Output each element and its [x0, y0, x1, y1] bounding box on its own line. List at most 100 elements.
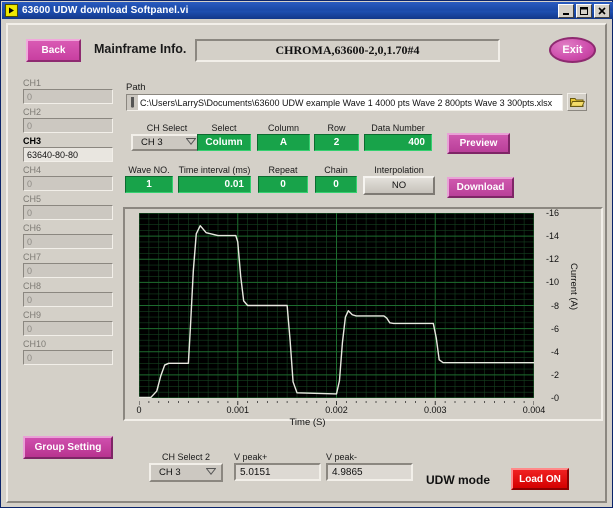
exit-button[interactable]: Exit	[549, 37, 596, 63]
row-value[interactable]: 2	[314, 134, 359, 151]
channel-label-7: CH7	[23, 252, 42, 262]
back-button[interactable]: Back	[26, 39, 81, 62]
channel-row-9: CH9 0	[23, 309, 113, 336]
folder-icon[interactable]	[567, 93, 587, 111]
repeat-label: Repeat	[268, 165, 298, 175]
column-value[interactable]: A	[257, 134, 310, 151]
interpolation-group: Interpolation NO	[363, 165, 435, 195]
ch-select-dropdown[interactable]: CH 3	[131, 134, 203, 151]
chain-value[interactable]: 0	[315, 176, 357, 193]
channel-label-5: CH5	[23, 194, 42, 204]
load-on-button[interactable]: Load ON	[511, 468, 569, 490]
channel-label-3: CH3	[23, 136, 42, 146]
channel-label-9: CH9	[23, 310, 42, 320]
channel-value-5[interactable]: 0	[23, 205, 113, 220]
udw-mode-label: UDW mode	[426, 473, 490, 487]
window-titlebar: 63600 UDW download Softpanel.vi	[2, 2, 613, 19]
x-axis-ticks: 0 0.001 0.002 0.003 0.004	[123, 401, 553, 415]
y-tick-label: -14	[545, 231, 559, 242]
time-interval-group: Time interval (ms) 0.01	[178, 165, 251, 193]
repeat-group: Repeat 0	[258, 165, 308, 193]
channel-value-8[interactable]: 0	[23, 292, 113, 307]
channel-label-4: CH4	[23, 165, 42, 175]
chevron-down-icon	[185, 137, 197, 148]
ch-select-label: CH Select	[146, 123, 188, 133]
ch-select-value: CH 3	[141, 137, 163, 148]
preview-button[interactable]: Preview	[447, 133, 510, 154]
path-input[interactable]: C:\Users\LarryS\Documents\63600 UDW exam…	[126, 94, 563, 111]
maximize-button[interactable]	[576, 4, 592, 18]
chevron-down-icon	[205, 467, 217, 478]
x-tick-label: 0.002	[325, 405, 348, 415]
y-tick-label: -12	[545, 254, 559, 265]
close-button[interactable]	[594, 4, 610, 18]
channel-row-7: CH7 0	[23, 251, 113, 278]
wave-no-label: Wave NO.	[128, 165, 170, 175]
minimize-button[interactable]	[558, 4, 574, 18]
channel-list: CH1 0 CH2 0 CH3 63640-80-80 CH4 0 CH5 0 …	[23, 77, 113, 367]
select-label: Select	[211, 123, 237, 133]
channel-value-9[interactable]: 0	[23, 321, 113, 336]
ch-select2-group: CH Select 2 CH 3	[149, 452, 223, 482]
channel-row-3: CH3 63640-80-80	[23, 135, 113, 162]
y-tick-label: -2	[550, 369, 559, 380]
channel-row-5: CH5 0	[23, 193, 113, 220]
interpolation-label: Interpolation	[374, 165, 424, 175]
channel-label-6: CH6	[23, 223, 42, 233]
data-number-group: Data Number 400	[364, 123, 432, 151]
y-tick-label: -10	[545, 277, 559, 288]
download-button[interactable]: Download	[447, 177, 514, 198]
application-window: 63600 UDW download Softpanel.vi Back Mai…	[0, 0, 613, 508]
data-number-value[interactable]: 400	[364, 134, 432, 151]
channel-value-10[interactable]: 0	[23, 350, 113, 365]
mainframe-info-value: CHROMA,63600-2,0,1.70#4	[195, 39, 500, 62]
path-label: Path	[126, 82, 146, 93]
x-axis-label: Time (S)	[289, 417, 326, 428]
channel-value-7[interactable]: 0	[23, 263, 113, 278]
y-tick-label: -4	[550, 346, 559, 357]
y-axis-label: Current (A)	[568, 263, 579, 310]
column-group: Column A	[257, 123, 310, 151]
x-tick-label: 0.003	[423, 405, 447, 415]
select-value[interactable]: Column	[197, 134, 251, 151]
row-group: Row 2	[314, 123, 359, 151]
waveform-plot-area[interactable]	[139, 213, 534, 398]
channel-value-4[interactable]: 0	[23, 176, 113, 191]
mainframe-info-label: Mainframe Info.	[94, 42, 187, 56]
chain-label: Chain	[324, 165, 348, 175]
channel-row-8: CH8 0	[23, 280, 113, 307]
vpeak-plus-value[interactable]: 5.0151	[234, 463, 321, 481]
wave-no-value[interactable]: 1	[125, 176, 173, 193]
data-number-label: Data Number	[371, 123, 425, 133]
channel-row-2: CH2 0	[23, 106, 113, 133]
window-title: 63600 UDW download Softpanel.vi	[22, 5, 189, 16]
channel-value-3[interactable]: 63640-80-80	[23, 147, 113, 162]
y-tick-label: -6	[550, 323, 559, 334]
x-tick-marks	[139, 401, 534, 405]
channel-value-2[interactable]: 0	[23, 118, 113, 133]
vpeak-plus-label: V peak+	[234, 452, 268, 462]
repeat-value[interactable]: 0	[258, 176, 308, 193]
chain-group: Chain 0	[315, 165, 357, 193]
channel-value-6[interactable]: 0	[23, 234, 113, 249]
channel-value-1[interactable]: 0	[23, 89, 113, 104]
path-value: C:\Users\LarryS\Documents\63600 UDW exam…	[140, 97, 553, 108]
ch-select2-dropdown[interactable]: CH 3	[149, 463, 223, 482]
interpolation-toggle[interactable]: NO	[363, 176, 435, 195]
y-axis-ticks: -0 -2 -4 -6 -8 -10 -12 -14 -16	[537, 207, 561, 403]
vpeak-minus-value[interactable]: 4.9865	[326, 463, 413, 481]
time-interval-value[interactable]: 0.01	[178, 176, 251, 193]
vpeak-minus-group: V peak- 4.9865	[326, 452, 413, 481]
group-setting-button[interactable]: Group Setting	[23, 436, 113, 459]
column-label: Column	[267, 123, 299, 133]
channel-row-10: CH10 0	[23, 338, 113, 365]
vpeak-minus-label: V peak-	[326, 452, 358, 462]
x-tick-label: 0.004	[522, 405, 546, 415]
x-tick-label: 0	[136, 405, 142, 415]
channel-label-10: CH10	[23, 339, 47, 349]
row-label: Row	[327, 123, 346, 133]
channel-row-6: CH6 0	[23, 222, 113, 249]
ch-select-group: CH Select CH 3	[131, 123, 203, 151]
select-group: Select Column	[197, 123, 251, 151]
time-interval-label: Time interval (ms)	[178, 165, 251, 175]
